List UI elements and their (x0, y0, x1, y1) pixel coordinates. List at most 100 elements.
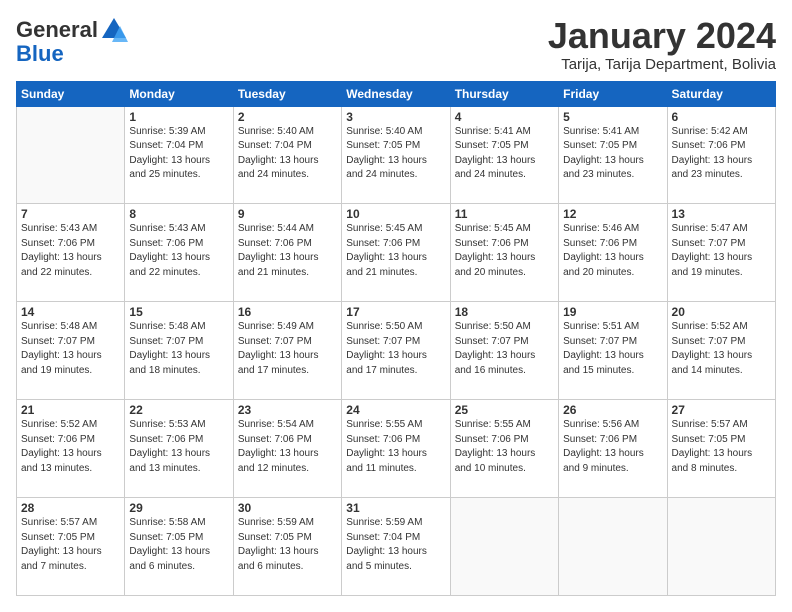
day-info: Sunrise: 5:58 AM Sunset: 7:05 PM Dayligh… (129, 516, 228, 574)
day-info: Sunrise: 5:55 AM Sunset: 7:06 PM Dayligh… (346, 418, 445, 476)
page: General Blue January 2024 Tarija, Tarija… (0, 0, 792, 612)
day-number: 8 (129, 207, 228, 221)
day-number: 20 (672, 305, 771, 319)
calendar-weekday-sunday: Sunday (17, 81, 125, 106)
calendar-table: SundayMondayTuesdayWednesdayThursdayFrid… (16, 81, 776, 596)
day-number: 29 (129, 501, 228, 515)
day-number: 1 (129, 110, 228, 124)
title-block: January 2024 Tarija, Tarija Department, … (548, 16, 776, 73)
calendar-cell: 6Sunrise: 5:42 AM Sunset: 7:06 PM Daylig… (667, 106, 775, 204)
logo-general: General (16, 18, 98, 42)
calendar-cell: 29Sunrise: 5:58 AM Sunset: 7:05 PM Dayli… (125, 498, 233, 596)
day-info: Sunrise: 5:43 AM Sunset: 7:06 PM Dayligh… (21, 222, 120, 280)
day-info: Sunrise: 5:56 AM Sunset: 7:06 PM Dayligh… (563, 418, 662, 476)
day-number: 19 (563, 305, 662, 319)
calendar-cell (667, 498, 775, 596)
calendar-cell: 5Sunrise: 5:41 AM Sunset: 7:05 PM Daylig… (559, 106, 667, 204)
calendar-weekday-saturday: Saturday (667, 81, 775, 106)
day-info: Sunrise: 5:48 AM Sunset: 7:07 PM Dayligh… (21, 320, 120, 378)
day-info: Sunrise: 5:53 AM Sunset: 7:06 PM Dayligh… (129, 418, 228, 476)
day-info: Sunrise: 5:40 AM Sunset: 7:04 PM Dayligh… (238, 125, 337, 183)
calendar-cell: 22Sunrise: 5:53 AM Sunset: 7:06 PM Dayli… (125, 400, 233, 498)
day-info: Sunrise: 5:39 AM Sunset: 7:04 PM Dayligh… (129, 125, 228, 183)
day-info: Sunrise: 5:57 AM Sunset: 7:05 PM Dayligh… (21, 516, 120, 574)
calendar-week-row: 21Sunrise: 5:52 AM Sunset: 7:06 PM Dayli… (17, 400, 776, 498)
calendar-cell (17, 106, 125, 204)
calendar-cell: 1Sunrise: 5:39 AM Sunset: 7:04 PM Daylig… (125, 106, 233, 204)
day-info: Sunrise: 5:42 AM Sunset: 7:06 PM Dayligh… (672, 125, 771, 183)
day-number: 7 (21, 207, 120, 221)
calendar-cell: 28Sunrise: 5:57 AM Sunset: 7:05 PM Dayli… (17, 498, 125, 596)
calendar-cell: 9Sunrise: 5:44 AM Sunset: 7:06 PM Daylig… (233, 204, 341, 302)
day-number: 31 (346, 501, 445, 515)
day-number: 11 (455, 207, 554, 221)
day-number: 27 (672, 403, 771, 417)
day-info: Sunrise: 5:57 AM Sunset: 7:05 PM Dayligh… (672, 418, 771, 476)
calendar-cell (559, 498, 667, 596)
day-info: Sunrise: 5:59 AM Sunset: 7:05 PM Dayligh… (238, 516, 337, 574)
calendar-week-row: 1Sunrise: 5:39 AM Sunset: 7:04 PM Daylig… (17, 106, 776, 204)
day-info: Sunrise: 5:52 AM Sunset: 7:07 PM Dayligh… (672, 320, 771, 378)
calendar-cell: 31Sunrise: 5:59 AM Sunset: 7:04 PM Dayli… (342, 498, 450, 596)
calendar-cell: 8Sunrise: 5:43 AM Sunset: 7:06 PM Daylig… (125, 204, 233, 302)
day-number: 4 (455, 110, 554, 124)
calendar-cell: 13Sunrise: 5:47 AM Sunset: 7:07 PM Dayli… (667, 204, 775, 302)
calendar-cell: 4Sunrise: 5:41 AM Sunset: 7:05 PM Daylig… (450, 106, 558, 204)
day-number: 3 (346, 110, 445, 124)
calendar-cell: 25Sunrise: 5:55 AM Sunset: 7:06 PM Dayli… (450, 400, 558, 498)
day-number: 6 (672, 110, 771, 124)
day-info: Sunrise: 5:55 AM Sunset: 7:06 PM Dayligh… (455, 418, 554, 476)
calendar-cell: 26Sunrise: 5:56 AM Sunset: 7:06 PM Dayli… (559, 400, 667, 498)
day-number: 22 (129, 403, 228, 417)
day-number: 15 (129, 305, 228, 319)
day-number: 23 (238, 403, 337, 417)
calendar-cell: 19Sunrise: 5:51 AM Sunset: 7:07 PM Dayli… (559, 302, 667, 400)
calendar-cell: 3Sunrise: 5:40 AM Sunset: 7:05 PM Daylig… (342, 106, 450, 204)
day-info: Sunrise: 5:44 AM Sunset: 7:06 PM Dayligh… (238, 222, 337, 280)
day-info: Sunrise: 5:49 AM Sunset: 7:07 PM Dayligh… (238, 320, 337, 378)
calendar-weekday-thursday: Thursday (450, 81, 558, 106)
day-number: 5 (563, 110, 662, 124)
day-info: Sunrise: 5:59 AM Sunset: 7:04 PM Dayligh… (346, 516, 445, 574)
calendar-cell: 10Sunrise: 5:45 AM Sunset: 7:06 PM Dayli… (342, 204, 450, 302)
day-info: Sunrise: 5:43 AM Sunset: 7:06 PM Dayligh… (129, 222, 228, 280)
logo-blue: Blue (16, 42, 64, 66)
day-number: 9 (238, 207, 337, 221)
calendar-weekday-friday: Friday (559, 81, 667, 106)
day-number: 18 (455, 305, 554, 319)
day-info: Sunrise: 5:40 AM Sunset: 7:05 PM Dayligh… (346, 125, 445, 183)
calendar-weekday-wednesday: Wednesday (342, 81, 450, 106)
calendar-cell: 2Sunrise: 5:40 AM Sunset: 7:04 PM Daylig… (233, 106, 341, 204)
calendar-week-row: 14Sunrise: 5:48 AM Sunset: 7:07 PM Dayli… (17, 302, 776, 400)
calendar-cell: 7Sunrise: 5:43 AM Sunset: 7:06 PM Daylig… (17, 204, 125, 302)
calendar-cell: 18Sunrise: 5:50 AM Sunset: 7:07 PM Dayli… (450, 302, 558, 400)
calendar-cell: 27Sunrise: 5:57 AM Sunset: 7:05 PM Dayli… (667, 400, 775, 498)
day-number: 10 (346, 207, 445, 221)
calendar-cell: 24Sunrise: 5:55 AM Sunset: 7:06 PM Dayli… (342, 400, 450, 498)
calendar-cell (450, 498, 558, 596)
day-info: Sunrise: 5:45 AM Sunset: 7:06 PM Dayligh… (346, 222, 445, 280)
day-number: 21 (21, 403, 120, 417)
day-info: Sunrise: 5:51 AM Sunset: 7:07 PM Dayligh… (563, 320, 662, 378)
location: Tarija, Tarija Department, Bolivia (548, 56, 776, 73)
day-number: 14 (21, 305, 120, 319)
day-number: 13 (672, 207, 771, 221)
day-info: Sunrise: 5:48 AM Sunset: 7:07 PM Dayligh… (129, 320, 228, 378)
calendar-week-row: 7Sunrise: 5:43 AM Sunset: 7:06 PM Daylig… (17, 204, 776, 302)
day-info: Sunrise: 5:52 AM Sunset: 7:06 PM Dayligh… (21, 418, 120, 476)
calendar-cell: 30Sunrise: 5:59 AM Sunset: 7:05 PM Dayli… (233, 498, 341, 596)
day-info: Sunrise: 5:41 AM Sunset: 7:05 PM Dayligh… (563, 125, 662, 183)
day-info: Sunrise: 5:50 AM Sunset: 7:07 PM Dayligh… (346, 320, 445, 378)
calendar-header-row: SundayMondayTuesdayWednesdayThursdayFrid… (17, 81, 776, 106)
calendar-cell: 16Sunrise: 5:49 AM Sunset: 7:07 PM Dayli… (233, 302, 341, 400)
day-info: Sunrise: 5:45 AM Sunset: 7:06 PM Dayligh… (455, 222, 554, 280)
day-number: 16 (238, 305, 337, 319)
day-info: Sunrise: 5:41 AM Sunset: 7:05 PM Dayligh… (455, 125, 554, 183)
day-info: Sunrise: 5:46 AM Sunset: 7:06 PM Dayligh… (563, 222, 662, 280)
day-number: 28 (21, 501, 120, 515)
calendar-weekday-tuesday: Tuesday (233, 81, 341, 106)
day-info: Sunrise: 5:47 AM Sunset: 7:07 PM Dayligh… (672, 222, 771, 280)
day-number: 25 (455, 403, 554, 417)
calendar-cell: 17Sunrise: 5:50 AM Sunset: 7:07 PM Dayli… (342, 302, 450, 400)
month-title: January 2024 (548, 16, 776, 56)
